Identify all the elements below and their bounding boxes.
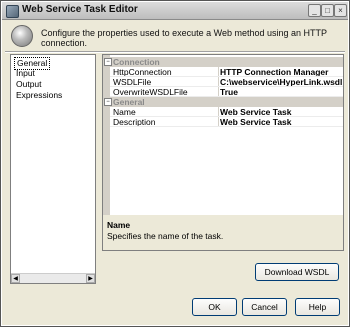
title-bar[interactable]: Web Service Task Editor _ □ × (2, 2, 348, 20)
download-wsdl-button[interactable]: Download WSDL (255, 263, 339, 281)
scroll-left-icon[interactable]: ◀ (11, 274, 20, 283)
category-general[interactable]: − General (104, 97, 343, 107)
description-title: Name (107, 220, 131, 230)
window-title: Web Service Task Editor (22, 4, 138, 15)
horizontal-scrollbar[interactable]: ◀ ▶ (11, 273, 95, 283)
property-row-selected[interactable]: Name Web Service Task (110, 107, 343, 117)
minimize-button[interactable]: _ (308, 4, 321, 17)
close-button[interactable]: × (334, 4, 347, 17)
property-row[interactable]: OverwriteWSDLFile True (110, 87, 343, 97)
collapse-icon[interactable]: − (104, 58, 112, 66)
header-divider (5, 51, 345, 53)
nav-item-input[interactable]: Input (14, 68, 37, 79)
property-row[interactable]: WSDLFile C:\webservice\HyperLink.wsdl (110, 77, 343, 87)
nav-item-expressions[interactable]: Expressions (14, 90, 64, 101)
property-grid[interactable]: − Connection HttpConnection HTTP Connect… (102, 54, 344, 217)
dialog-window: Web Service Task Editor _ □ × Configure … (0, 0, 350, 327)
cancel-button[interactable]: Cancel (242, 298, 287, 316)
ok-button[interactable]: OK (192, 298, 237, 316)
maximize-button[interactable]: □ (321, 4, 334, 17)
header-description: Configure the properties used to execute… (41, 28, 327, 48)
app-icon (6, 5, 19, 18)
help-button[interactable]: Help (295, 298, 340, 316)
web-service-icon (11, 25, 33, 47)
category-label: General (113, 97, 145, 107)
property-row[interactable]: Description Web Service Task (110, 117, 343, 127)
collapse-icon[interactable]: − (104, 98, 112, 106)
description-text: Specifies the name of the task. (107, 231, 224, 241)
category-connection[interactable]: − Connection (104, 57, 343, 67)
nav-item-output[interactable]: Output (14, 79, 44, 90)
description-panel: Name Specifies the name of the task. (102, 215, 344, 251)
row-divider (110, 126, 343, 127)
page-list[interactable]: General Input Output Expressions ◀ ▶ (10, 54, 96, 284)
category-label: Connection (113, 57, 160, 67)
property-row[interactable]: HttpConnection HTTP Connection Manager (110, 67, 343, 77)
header: Configure the properties used to execute… (7, 23, 343, 49)
grid-gutter (103, 55, 110, 216)
scroll-right-icon[interactable]: ▶ (86, 274, 95, 283)
